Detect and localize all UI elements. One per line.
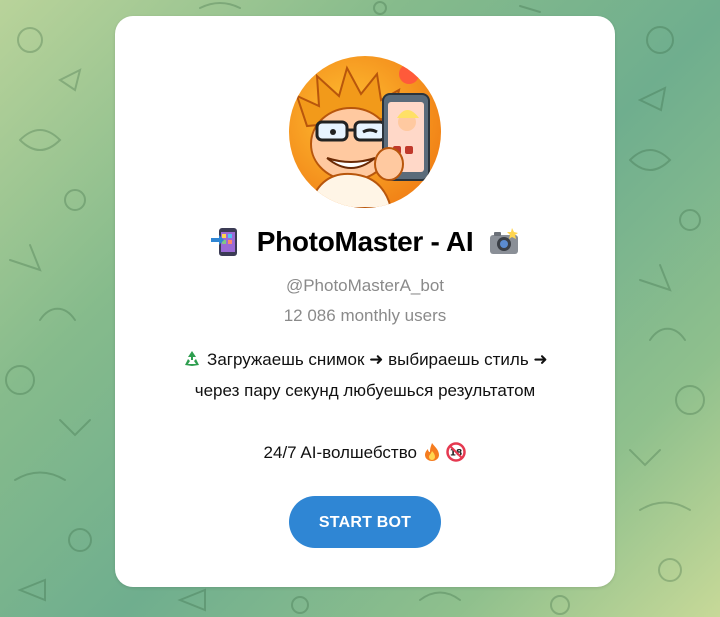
bot-title: PhotoMaster - AI bbox=[256, 226, 474, 257]
camera-flash-icon bbox=[488, 226, 520, 258]
recycle-icon bbox=[182, 348, 202, 368]
bot-title-row: PhotoMaster - AI bbox=[115, 226, 615, 258]
bot-info-card: PhotoMaster - AI @PhotoMasterA_bot 12 08… bbox=[115, 16, 615, 587]
start-bot-button[interactable]: START BOT bbox=[289, 496, 441, 548]
monthly-users-count: 12 086 monthly users bbox=[283, 306, 447, 325]
bot-avatar bbox=[289, 56, 441, 208]
description-line-3: 24/7 AI-волшебство 18 bbox=[125, 437, 605, 468]
no-under-18-icon: 18 bbox=[446, 441, 467, 462]
fire-icon bbox=[422, 441, 442, 461]
description-line-1: Загружаешь снимок ➜ выбираешь стиль ➜ bbox=[125, 344, 605, 375]
mobile-phone-arrow-icon bbox=[210, 226, 242, 258]
bot-description: Загружаешь снимок ➜ выбираешь стиль ➜ че… bbox=[125, 344, 605, 468]
description-line-2: через пару секунд любуешься результатом bbox=[194, 381, 536, 400]
description-line-3-text: 24/7 AI-волшебство bbox=[263, 443, 417, 462]
description-line-1-text: Загружаешь снимок ➜ выбираешь стиль ➜ bbox=[207, 350, 548, 369]
bot-username: @PhotoMasterA_bot bbox=[285, 276, 445, 295]
